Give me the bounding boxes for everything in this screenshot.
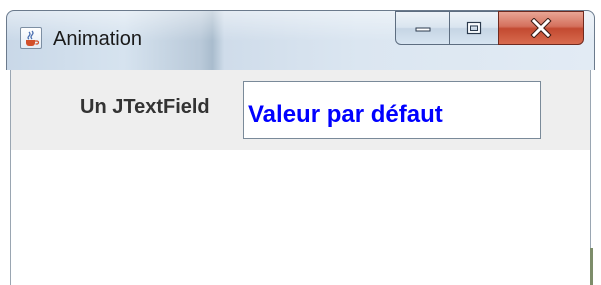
text-field-label: Un JTextField <box>80 96 210 118</box>
minimize-button[interactable] <box>395 11 450 45</box>
close-button[interactable] <box>498 11 584 45</box>
form-panel: Un JTextField <box>11 70 590 150</box>
background-edge <box>590 248 593 285</box>
java-cup-icon[interactable] <box>20 27 42 49</box>
close-icon <box>499 12 583 44</box>
application-window: Animation Un JTextField Valeur par défau… <box>0 0 601 285</box>
maximize-button[interactable] <box>449 11 499 45</box>
window-title: Animation <box>53 28 142 50</box>
text-field-input[interactable] <box>243 81 541 139</box>
caption-buttons <box>395 11 585 47</box>
content-pane: Un JTextField <box>10 70 591 285</box>
minimize-icon <box>396 12 449 44</box>
maximize-icon <box>450 12 498 44</box>
